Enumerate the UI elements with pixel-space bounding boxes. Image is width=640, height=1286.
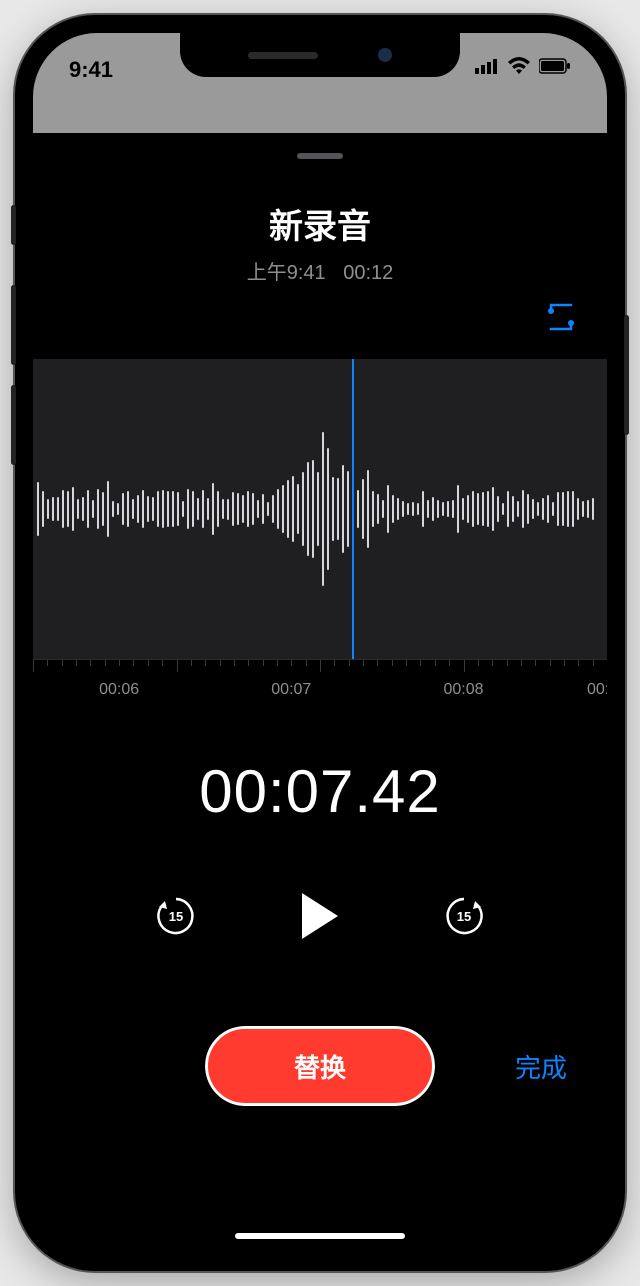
recording-time-label: 上午9:41 [247,262,326,284]
done-button[interactable]: 完成 [515,1048,567,1085]
replace-button[interactable]: 替换 [205,1026,435,1106]
skip-back-amount: 15 [169,909,183,924]
play-icon [298,891,342,941]
wifi-icon [507,57,531,75]
cellular-icon [475,58,499,74]
skip-forward-15-button[interactable]: 15 [440,892,488,940]
ruler-label: 00:08 [443,681,483,699]
side-button [624,315,629,435]
volume-down-button [11,385,16,465]
transport-controls: 15 15 [33,886,607,946]
home-indicator[interactable] [235,1233,405,1239]
ruler-label: 00:06 [99,681,139,699]
playhead[interactable] [352,359,354,659]
skip-forward-amount: 15 [457,909,471,924]
timecode: 00:07.42 [33,757,607,826]
silent-switch [11,205,16,245]
phone-frame: 9:41 新录音 上午9:41 00:12 [15,15,625,1271]
notch [180,33,460,77]
trim-button[interactable] [543,299,579,335]
recording-subtitle: 上午9:41 00:12 [33,256,607,285]
trim-icon [545,301,577,333]
volume-up-button [11,285,16,365]
skip-back-15-button[interactable]: 15 [152,892,200,940]
timeline-ruler[interactable]: 00:06 00:07 00:08 00:09 [33,659,607,719]
replace-label: 替换 [294,1048,346,1085]
battery-icon [539,58,571,74]
editor-sheet: 新录音 上午9:41 00:12 0 [33,133,607,1253]
screen: 9:41 新录音 上午9:41 00:12 [33,33,607,1253]
play-button[interactable] [290,886,350,946]
status-time: 9:41 [69,57,113,83]
recording-duration-label: 00:12 [343,262,393,284]
ruler-label: 00:09 [587,681,607,699]
ruler-label: 00:07 [271,681,311,699]
sheet-grabber[interactable] [297,153,343,159]
waveform-area[interactable] [33,359,607,659]
recording-title[interactable]: 新录音 [33,199,607,248]
